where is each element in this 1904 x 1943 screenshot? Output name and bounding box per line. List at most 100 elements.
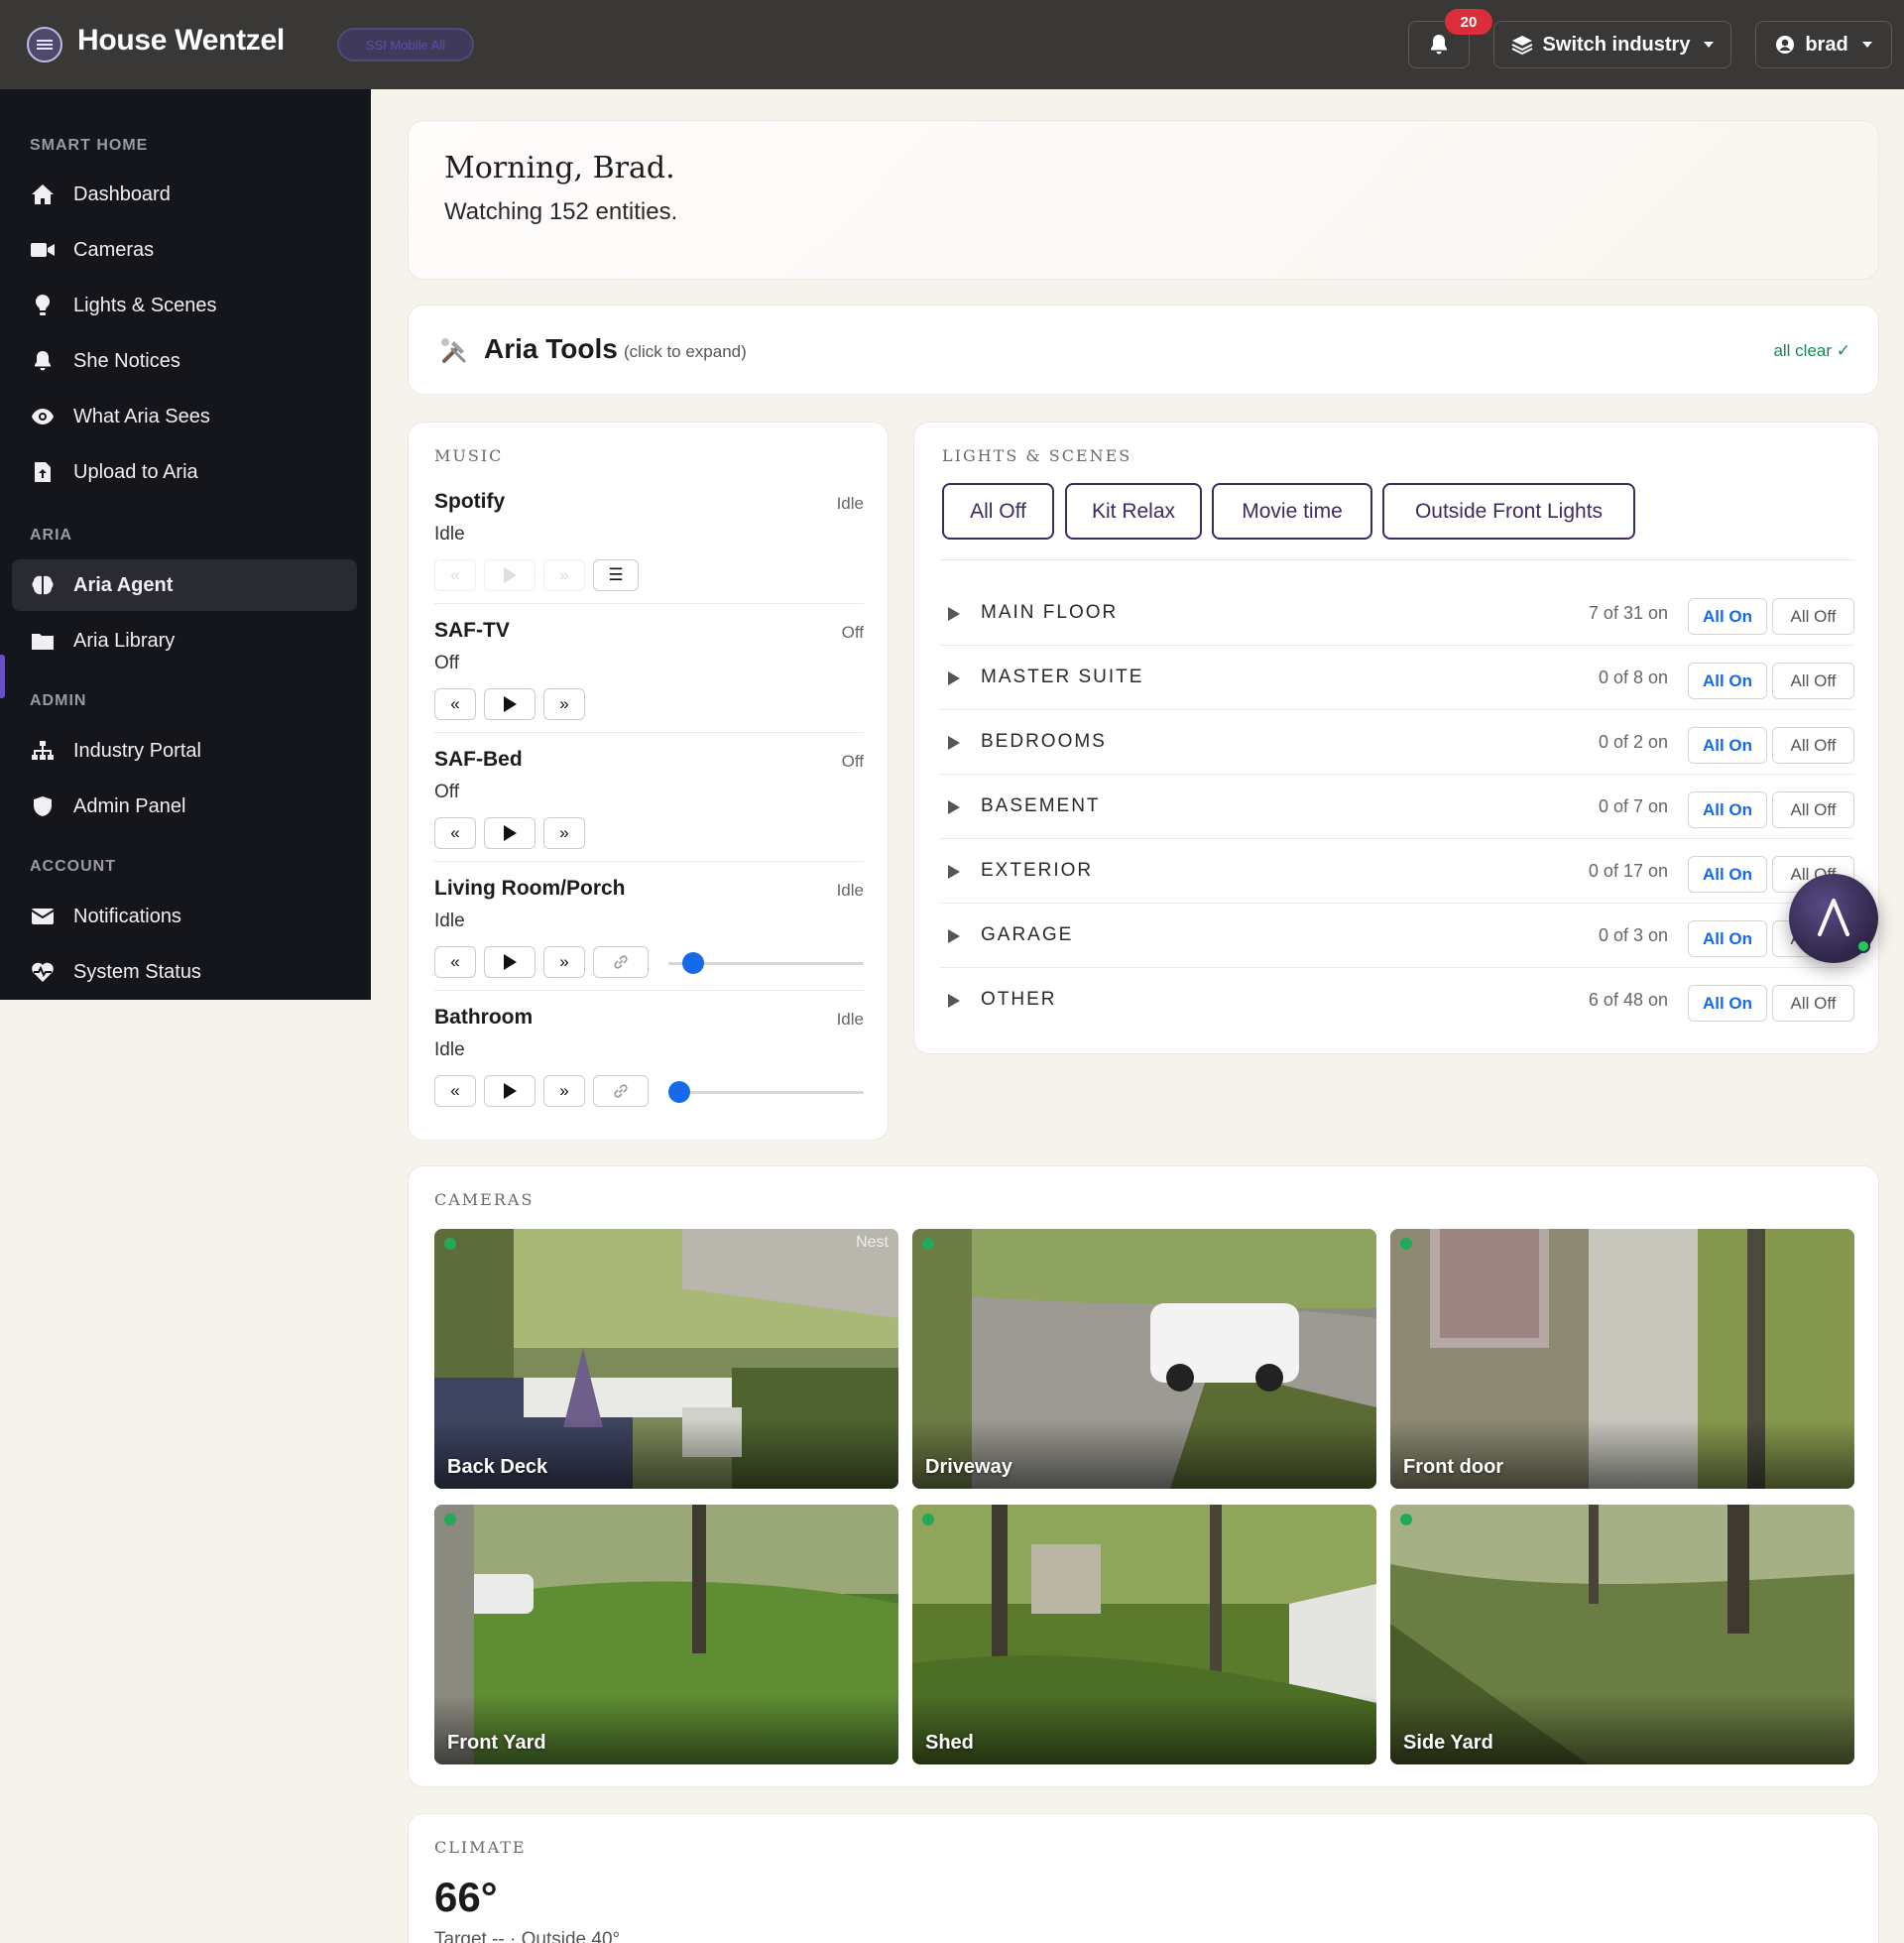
previous-button[interactable]: « [434,817,476,849]
file-upload-icon [30,459,56,485]
all-on-button[interactable]: All On [1688,985,1767,1022]
previous-button[interactable]: « [434,559,476,591]
next-button[interactable]: » [543,817,585,849]
previous-button[interactable]: « [434,1075,476,1107]
sidebar-item-admin-panel[interactable]: Admin Panel [12,781,357,832]
app-title[interactable]: House Wentzel [77,24,285,58]
area-name: OTHER [981,989,1057,1010]
camera-live-indicator [922,1238,934,1250]
play-button[interactable] [484,559,536,591]
sidebar-section-admin: ADMIN [30,692,87,709]
expand-arrow-icon[interactable] [948,865,960,879]
play-button[interactable] [484,688,536,720]
user-menu-dropdown[interactable]: brad [1755,21,1892,68]
camera-tile-back-deck[interactable]: Nest Back Deck [434,1229,898,1489]
group-link-button[interactable] [593,1075,649,1107]
light-area-row[interactable]: MASTER SUITE 0 of 8 on All On All Off [940,647,1854,710]
light-area-row[interactable]: BEDROOMS 0 of 2 on All On All Off [940,711,1854,775]
player-state: Idle [836,881,864,900]
area-count: 0 of 3 on [1598,925,1668,945]
area-name: BASEMENT [981,795,1101,816]
aria-tools-card[interactable]: Aria Tools (click to expand) all clear ✓ [408,304,1879,395]
volume-slider[interactable] [668,952,864,974]
sidebar-item-industry-portal[interactable]: Industry Portal [12,725,357,777]
player-name: Spotify [434,490,506,513]
sidebar-item-what-aria-sees[interactable]: What Aria Sees [12,391,357,442]
area-count: 7 of 31 on [1588,603,1668,623]
volume-slider-thumb[interactable] [682,952,704,974]
next-button[interactable]: » [543,688,585,720]
previous-button[interactable]: « [434,946,476,978]
expand-arrow-icon[interactable] [948,607,960,621]
link-icon [614,955,628,969]
sidebar-item-aria-library[interactable]: Aria Library [12,615,357,667]
sidebar-item-label: Aria Library [73,629,176,652]
all-off-button[interactable]: All Off [1772,663,1854,699]
all-off-button[interactable]: All Off [1772,727,1854,764]
all-on-button[interactable]: All On [1688,727,1767,764]
all-on-button[interactable]: All On [1688,856,1767,893]
play-button[interactable] [484,1075,536,1107]
all-off-button[interactable]: All Off [1772,985,1854,1022]
camera-name: Shed [925,1732,974,1754]
previous-button[interactable]: « [434,688,476,720]
next-button[interactable]: » [543,946,585,978]
sidebar-item-dashboard[interactable]: Dashboard [12,169,357,220]
scene-button-all-off[interactable]: All Off [942,483,1054,540]
sidebar-item-she-notices[interactable]: She Notices [12,335,357,387]
expand-arrow-icon[interactable] [948,671,960,685]
camera-tile-shed[interactable]: Shed [912,1505,1376,1764]
play-button[interactable] [484,817,536,849]
all-on-button[interactable]: All On [1688,598,1767,635]
expand-arrow-icon[interactable] [948,736,960,750]
divider [940,774,1854,775]
light-area-row[interactable]: GARAGE 0 of 3 on All On All Off [940,905,1854,968]
divider [940,967,1854,968]
light-area-row[interactable]: EXTERIOR 0 of 17 on All On All Off [940,840,1854,904]
climate-card: CLIMATE 66° Target -- · Outside 40° [408,1813,1879,1943]
expand-arrow-icon[interactable] [948,800,960,814]
expand-arrow-icon[interactable] [948,929,960,943]
play-icon [503,1083,517,1099]
expand-arrow-icon[interactable] [948,994,960,1008]
climate-details: Target -- · Outside 40° [434,1929,621,1943]
all-on-button[interactable]: All On [1688,663,1767,699]
brand-logo-icon[interactable] [27,27,62,62]
switch-industry-dropdown[interactable]: Switch industry [1493,21,1731,68]
camera-tile-front-door[interactable]: Front door [1390,1229,1854,1489]
sidebar-item-lights-scenes[interactable]: Lights & Scenes [12,280,357,331]
divider [434,861,864,862]
scene-button-kit-relax[interactable]: Kit Relax [1065,483,1202,540]
volume-slider-thumb[interactable] [668,1081,690,1103]
light-area-row[interactable]: MAIN FLOOR 7 of 31 on All On All Off [940,582,1854,646]
sidebar-item-notifications[interactable]: Notifications [12,891,357,942]
all-on-button[interactable]: All On [1688,791,1767,828]
all-on-button[interactable]: All On [1688,920,1767,957]
scene-button-movie-time[interactable]: Movie time [1212,483,1372,540]
camera-live-indicator [1400,1514,1412,1525]
area-name: EXTERIOR [981,860,1094,881]
sidebar-item-system-status[interactable]: System Status [12,946,357,998]
player-status: Off [434,782,459,802]
light-area-row[interactable]: OTHER 6 of 48 on All On All Off [940,969,1854,1032]
group-link-button[interactable] [593,946,649,978]
lights-scenes-card: LIGHTS & SCENES All Off Kit Relax Movie … [913,422,1879,1054]
light-area-row[interactable]: BASEMENT 0 of 7 on All On All Off [940,776,1854,839]
all-off-button[interactable]: All Off [1772,791,1854,828]
play-button[interactable] [484,946,536,978]
sidebar-item-label: Industry Portal [73,739,201,762]
scene-button-outside-front-lights[interactable]: Outside Front Lights [1382,483,1635,540]
volume-slider[interactable] [668,1081,864,1103]
camera-tile-side-yard[interactable]: Side Yard [1390,1505,1854,1764]
queue-button[interactable]: ☰ [593,559,639,591]
camera-tile-front-yard[interactable]: Front Yard [434,1505,898,1764]
sidebar-item-aria-agent[interactable]: Aria Agent [12,559,357,611]
next-button[interactable]: » [543,1075,585,1107]
all-off-button[interactable]: All Off [1772,598,1854,635]
sidebar-item-cameras[interactable]: Cameras [12,224,357,276]
layers-icon [1511,36,1532,55]
greeting-title: Morning, Brad. [444,151,675,185]
camera-tile-driveway[interactable]: Driveway [912,1229,1376,1489]
next-button[interactable]: » [543,559,585,591]
sidebar-item-upload-to-aria[interactable]: Upload to Aria [12,446,357,498]
